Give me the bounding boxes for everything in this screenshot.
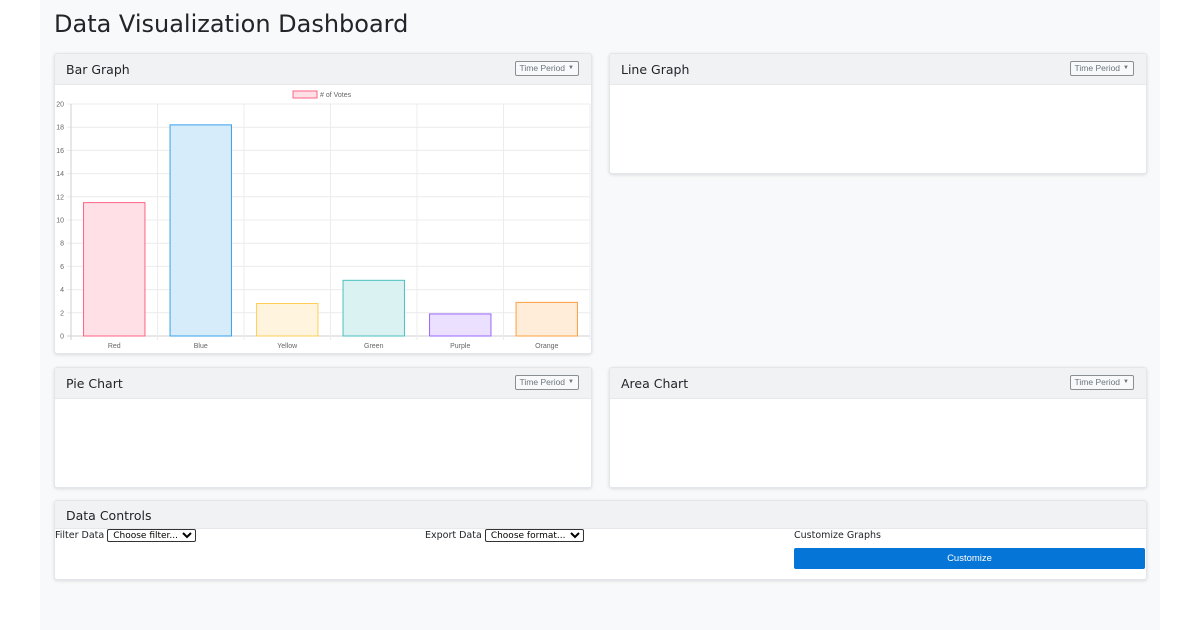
y-tick-label: 18 [56, 125, 64, 132]
legend-swatch [292, 90, 318, 99]
area-time-period-dropdown[interactable]: Time Period ▼ [1069, 375, 1134, 390]
area-chart-title: Area Chart [621, 376, 689, 391]
legend-label: # of Votes [320, 92, 352, 99]
filter-select[interactable]: Choose filter... [107, 529, 197, 542]
pie-chart-header: Pie Chart Time Period ▼ [55, 368, 591, 399]
bar-time-period-dropdown[interactable]: Time Period ▼ [514, 61, 579, 76]
dropdown-label: Time Period [1074, 377, 1121, 387]
line-graph-title: Line Graph [621, 62, 690, 77]
caret-down-icon: ▼ [1123, 65, 1129, 71]
dropdown-label: Time Period [519, 63, 566, 73]
pie-chart-card: Pie Chart Time Period ▼ [54, 367, 592, 488]
y-tick-label: 8 [60, 241, 64, 248]
caret-down-icon: ▼ [568, 379, 574, 385]
export-group: Export Data Choose format... [425, 529, 584, 542]
x-tick-label: Orange [535, 343, 558, 350]
bar-graph-header: Bar Graph Time Period ▼ [55, 54, 591, 85]
bar [342, 279, 405, 337]
bar [256, 303, 319, 337]
bar [429, 313, 492, 337]
filter-data-label: Filter Data [55, 530, 105, 541]
y-tick-label: 14 [56, 171, 64, 178]
data-controls-body: Filter Data Choose filter... Export Data… [55, 529, 1146, 579]
x-tick-label: Green [364, 343, 384, 350]
dropdown-label: Time Period [519, 377, 566, 387]
customize-graphs-label: Customize Graphs [794, 530, 881, 541]
bar [515, 301, 578, 337]
page-title: Data Visualization Dashboard [54, 10, 409, 38]
bar-graph-title: Bar Graph [66, 62, 130, 77]
bar-graph-card: Bar Graph Time Period ▼ 0 2 4 6 8 10 12 14 16 18 2… [54, 53, 592, 354]
pie-time-period-dropdown[interactable]: Time Period ▼ [514, 375, 579, 390]
area-chart-card: Area Chart Time Period ▼ [609, 367, 1147, 488]
data-controls-title: Data Controls [66, 508, 152, 523]
data-controls-header: Data Controls [55, 501, 1146, 529]
y-tick-label: 6 [60, 264, 64, 271]
y-tick-label: 4 [60, 287, 64, 294]
y-tick-label: 16 [56, 148, 64, 155]
export-select[interactable]: Choose format... [484, 529, 584, 542]
y-tick-label: 2 [60, 310, 64, 317]
y-tick-label: 20 [56, 102, 64, 109]
area-chart-header: Area Chart Time Period ▼ [610, 368, 1146, 399]
x-tick-label: Purple [450, 343, 470, 350]
dashboard-page: Data Visualization Dashboard Bar Graph T… [40, 0, 1160, 630]
y-tick-label: 0 [60, 334, 64, 341]
dropdown-label: Time Period [1074, 63, 1121, 73]
filter-group: Filter Data Choose filter... [55, 529, 197, 542]
x-tick-label: Red [108, 343, 121, 350]
pie-chart-title: Pie Chart [66, 376, 123, 391]
bar [83, 202, 146, 337]
caret-down-icon: ▼ [1123, 379, 1129, 385]
export-data-label: Export Data [425, 530, 482, 541]
line-time-period-dropdown[interactable]: Time Period ▼ [1069, 61, 1134, 76]
customize-group: Customize Graphs [794, 530, 881, 541]
caret-down-icon: ▼ [568, 65, 574, 71]
bar-chart: 0 2 4 6 8 10 12 14 16 18 20 Red Blue Yellow Green Purpl… [56, 90, 591, 350]
line-graph-header: Line Graph Time Period ▼ [610, 54, 1146, 85]
y-tick-label: 12 [56, 194, 64, 201]
x-tick-label: Yellow [277, 343, 298, 350]
y-tick-label: 10 [56, 218, 64, 225]
data-controls-card: Data Controls Filter Data Choose filter.… [54, 500, 1147, 580]
customize-button[interactable]: Customize [794, 548, 1145, 569]
line-graph-card: Line Graph Time Period ▼ [609, 53, 1147, 174]
x-tick-label: Blue [194, 343, 208, 350]
bar [169, 124, 232, 337]
